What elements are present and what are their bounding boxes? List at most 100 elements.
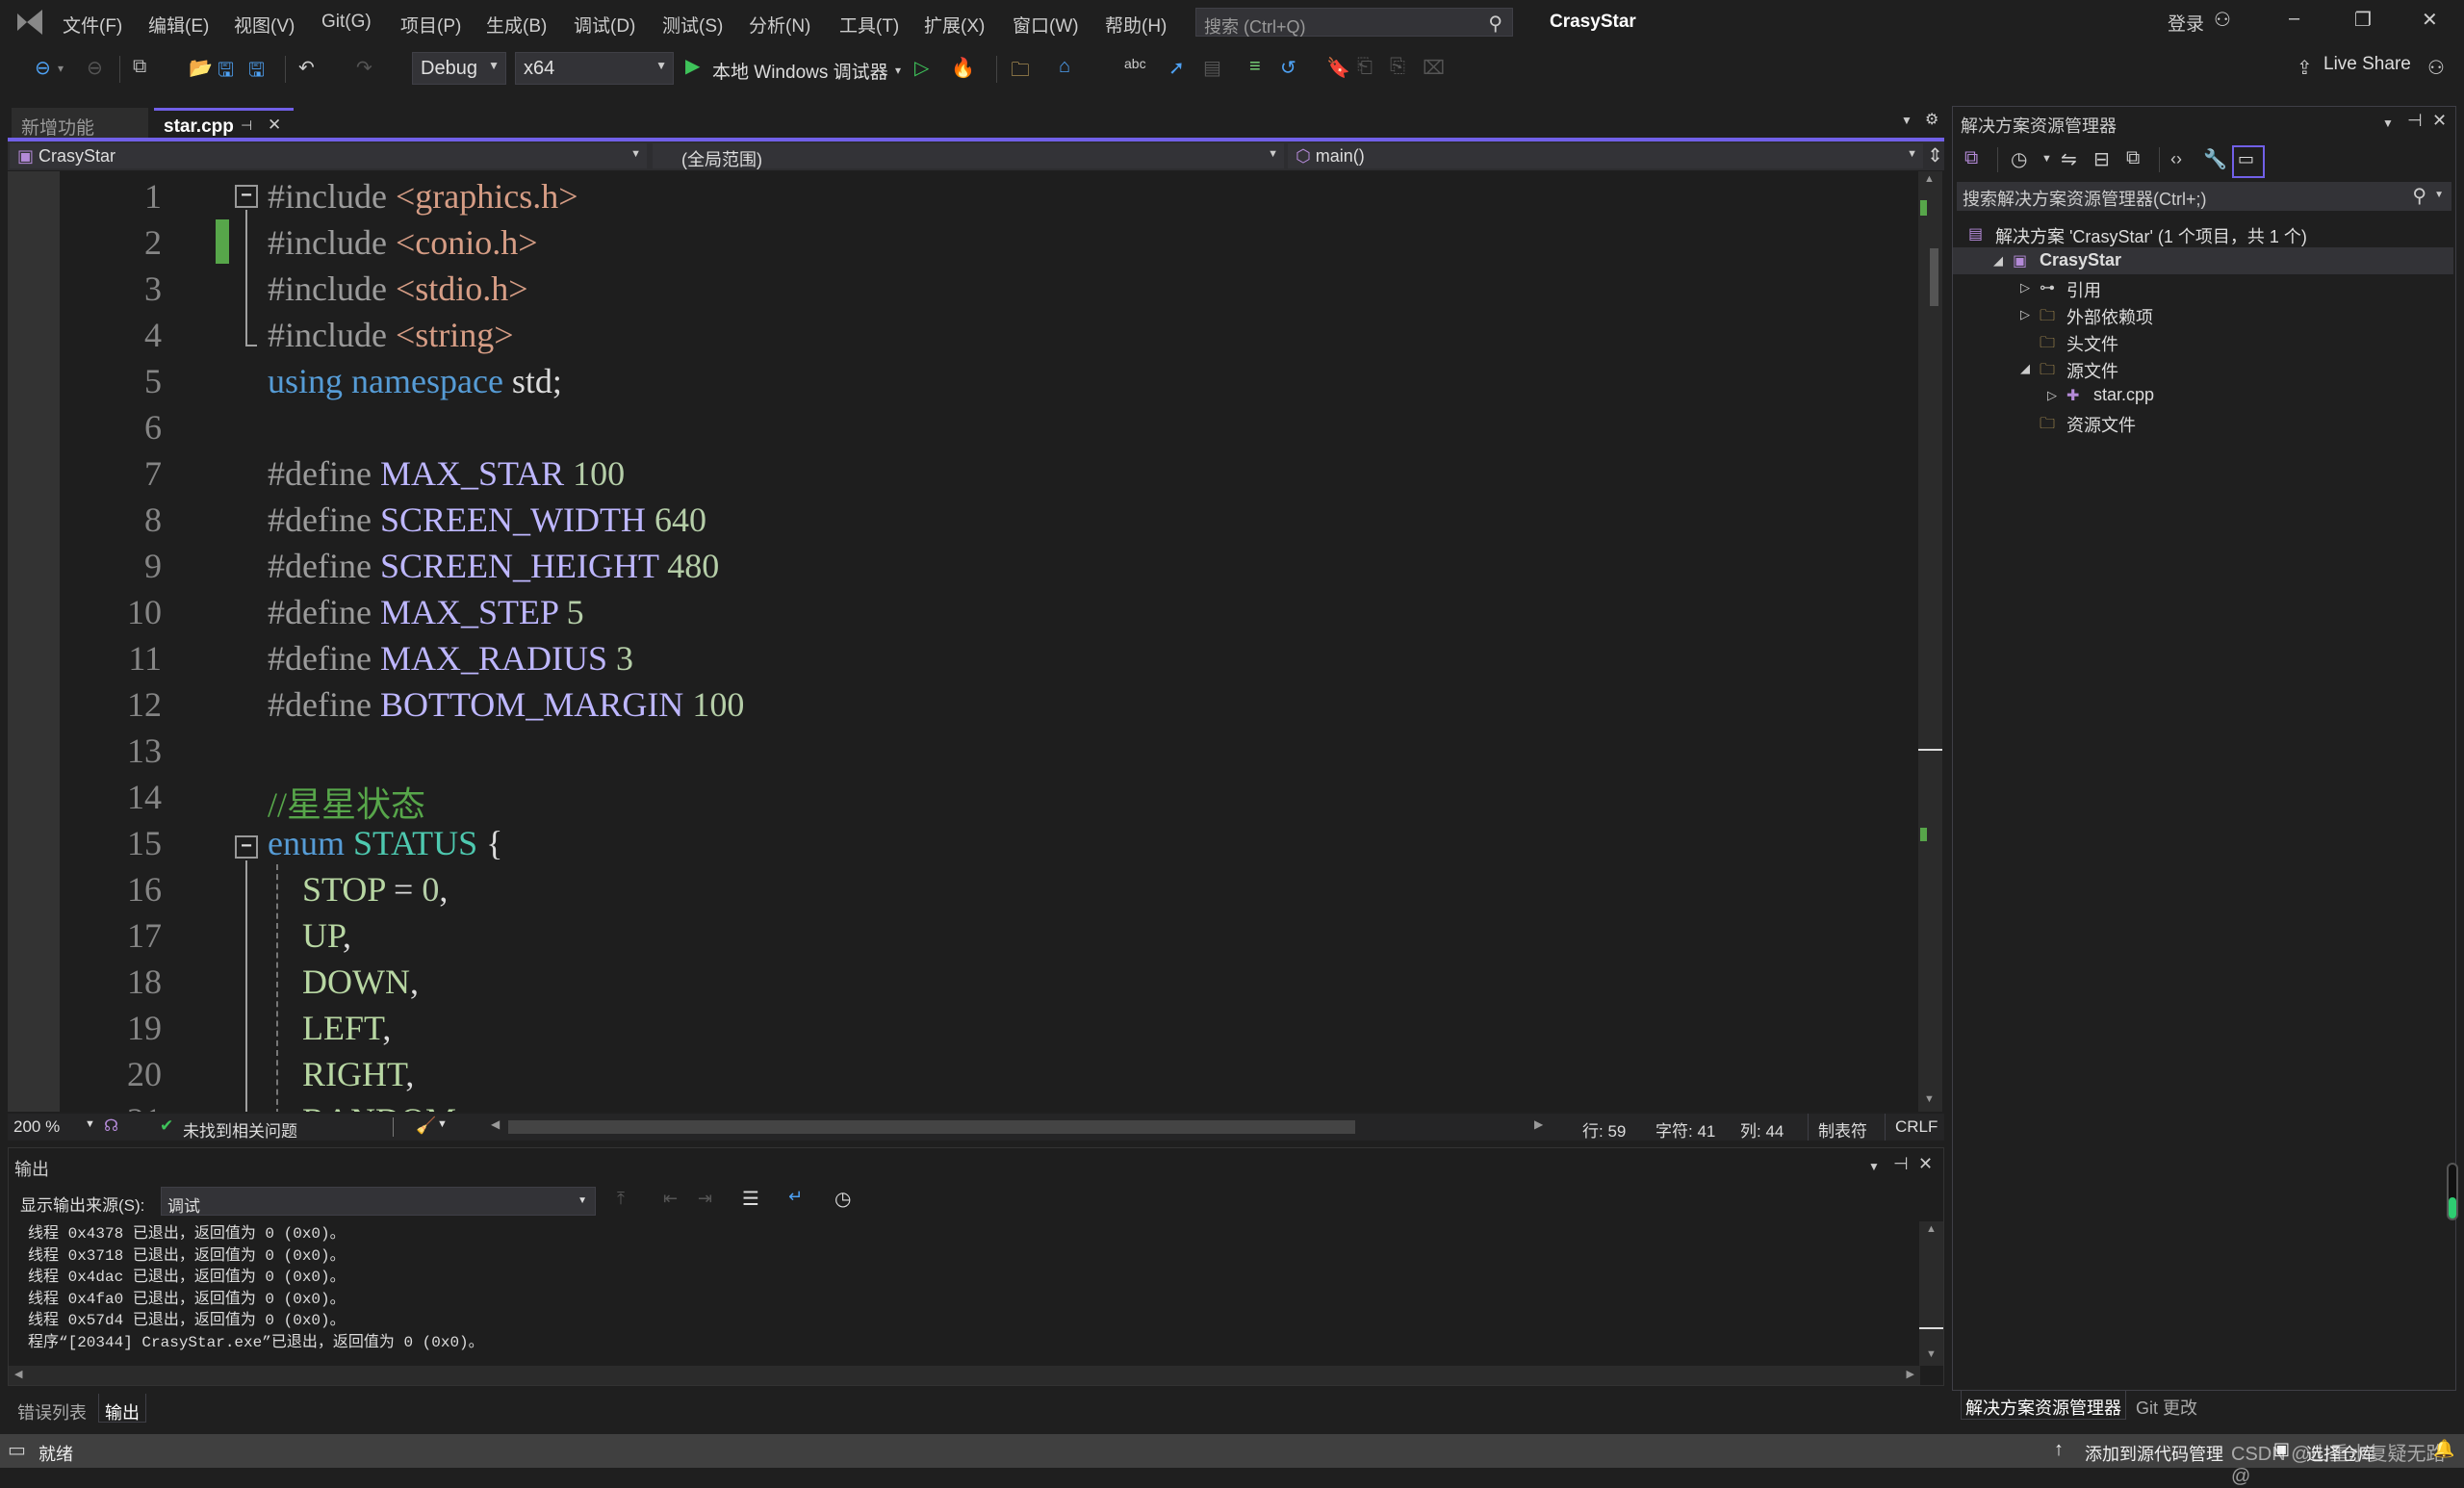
menu-git[interactable]: Git(G): [321, 12, 372, 33]
start-debugging-button[interactable]: 本地 Windows 调试器: [712, 58, 888, 84]
pin-icon[interactable]: ⊣: [2407, 111, 2423, 131]
menu-extensions[interactable]: 扩展(X): [924, 12, 985, 38]
scroll-right-icon[interactable]: ▶: [1907, 1368, 1914, 1380]
account-icon[interactable]: ⚇: [2214, 8, 2231, 32]
tree-item[interactable]: 🗀 资源文件: [1953, 409, 2453, 436]
code-line[interactable]: #define BOTTOM_MARGIN 100: [268, 684, 744, 725]
bookmark-icon[interactable]: 🔖: [1326, 56, 1350, 80]
code-line[interactable]: LEFT,: [268, 1008, 391, 1048]
code-line[interactable]: RIGHT,: [268, 1054, 414, 1094]
live-share-icon[interactable]: ⇪: [2297, 56, 2313, 80]
menu-analyze[interactable]: 分析(N): [749, 12, 810, 38]
tab-output[interactable]: 输出: [98, 1394, 146, 1423]
open-file-icon[interactable]: 📂: [189, 56, 213, 80]
code-line[interactable]: #define MAX_RADIUS 3: [268, 638, 633, 679]
collapse-toggle-icon[interactable]: −: [235, 835, 258, 859]
expanded-arrow-icon[interactable]: ◢: [2020, 361, 2030, 376]
zoom-level-select[interactable]: 200 %: [13, 1117, 60, 1137]
code-line[interactable]: enum STATUS {: [268, 823, 502, 863]
tab-solution-explorer[interactable]: 解决方案资源管理器: [1961, 1391, 2126, 1420]
intellicode-icon[interactable]: ☊: [104, 1116, 118, 1136]
clear-bookmarks-icon[interactable]: ⌧: [1423, 56, 1445, 80]
pin-icon[interactable]: ⊣: [1893, 1154, 1909, 1174]
new-project-icon[interactable]: ⧉: [133, 56, 146, 78]
minimize-button[interactable]: –: [2289, 8, 2299, 30]
code-editor[interactable]: 1 #include <graphics.h> 2 #include <conio.h…: [8, 171, 1918, 1112]
next-message-icon[interactable]: ⇥: [698, 1189, 712, 1209]
tab-star-cpp[interactable]: star.cpp ⊣ ✕: [154, 108, 294, 139]
menu-tools[interactable]: 工具(T): [839, 12, 899, 38]
code-line[interactable]: #define SCREEN_WIDTH 640: [268, 500, 706, 540]
line-number-status[interactable]: 行: 59: [1582, 1117, 1626, 1142]
menu-test[interactable]: 测试(S): [662, 12, 723, 38]
code-line[interactable]: #include <string>: [268, 315, 514, 355]
tab-list-dropdown-icon[interactable]: ▼: [1901, 114, 1912, 127]
collapsed-arrow-icon[interactable]: ▷: [2047, 388, 2057, 403]
chevron-down-icon[interactable]: ▼: [2041, 153, 2052, 165]
code-line[interactable]: #include <graphics.h>: [268, 176, 578, 217]
settings-gear-icon[interactable]: ⚙: [1925, 110, 1938, 129]
project-scope-select[interactable]: ▣ CrasyStar ▼: [10, 143, 647, 168]
type-scope-select[interactable]: (全局范围) ▼: [653, 143, 1284, 169]
tree-item[interactable]: ◢ ▣ CrasyStar: [1953, 247, 2453, 274]
scroll-left-icon[interactable]: ◀: [491, 1117, 500, 1131]
tree-item[interactable]: ▷ ✚ star.cpp: [1953, 382, 2453, 409]
live-share-button[interactable]: Live Share: [2323, 54, 2411, 75]
tree-item[interactable]: ▷ 🗀 外部依赖项: [1953, 301, 2453, 328]
save-icon[interactable]: 🖫: [218, 56, 234, 89]
panel-menu-icon[interactable]: ▼: [1868, 1160, 1880, 1173]
start-debugging-icon[interactable]: ▶: [685, 54, 700, 78]
menu-debug[interactable]: 调试(D): [574, 12, 635, 38]
issues-status[interactable]: 未找到相关问题: [183, 1117, 297, 1142]
find-in-files-icon[interactable]: 🗀: [1011, 56, 1030, 89]
char-number-status[interactable]: 字符: 41: [1656, 1117, 1715, 1142]
browser-link-icon[interactable]: ⌂: [1059, 56, 1070, 78]
menu-window[interactable]: 窗口(W): [1013, 12, 1079, 38]
menu-project[interactable]: 项目(P): [400, 12, 461, 38]
indentation-status[interactable]: 制表符: [1808, 1114, 1877, 1141]
close-panel-icon[interactable]: ✕: [1918, 1154, 1933, 1174]
menu-view[interactable]: 视图(V): [234, 12, 295, 38]
scroll-down-icon[interactable]: ▼: [1926, 1348, 1937, 1360]
horizontal-scrollbar-thumb[interactable]: [508, 1120, 1355, 1134]
restore-button[interactable]: ❐: [2354, 8, 2372, 32]
configuration-select[interactable]: Debug ▼: [412, 52, 506, 85]
scroll-down-icon[interactable]: ▼: [1924, 1093, 1935, 1105]
hot-reload-icon[interactable]: 🔥: [951, 56, 975, 80]
timestamp-clock-icon[interactable]: ◷: [834, 1187, 851, 1211]
platform-select[interactable]: x64 ▼: [515, 52, 674, 85]
expanded-arrow-icon[interactable]: ◢: [1993, 253, 2003, 269]
login-link[interactable]: 登录: [2168, 10, 2204, 36]
menu-help[interactable]: 帮助(H): [1105, 12, 1167, 38]
code-cleanup-icon[interactable]: 🧹: [416, 1116, 436, 1136]
code-line[interactable]: //星星状态: [268, 777, 425, 827]
add-to-source-control-button[interactable]: 添加到源代码管理: [2085, 1441, 2223, 1466]
close-panel-icon[interactable]: ✕: [2432, 111, 2447, 131]
prev-message-icon[interactable]: ⇤: [663, 1189, 678, 1209]
member-scope-select[interactable]: ⬡ main() ▼: [1288, 143, 1923, 168]
close-window-button[interactable]: ✕: [2422, 8, 2438, 32]
go-to-location-icon[interactable]: ⤒: [617, 1189, 625, 1209]
toggle-icon[interactable]: ▤: [1203, 56, 1221, 80]
start-without-debugging-icon[interactable]: ▷: [914, 56, 929, 80]
chevron-down-icon[interactable]: ▼: [85, 1118, 95, 1130]
menu-build[interactable]: 生成(B): [486, 12, 547, 38]
output-vertical-scrollbar[interactable]: ▲ ▼: [1919, 1221, 1943, 1366]
code-line[interactable]: using namespace std;: [268, 361, 562, 401]
code-line[interactable]: #include <conio.h>: [268, 222, 538, 263]
tree-item[interactable]: ▤ 解决方案 'CrasyStar' (1 个项目，共 1 个): [1953, 220, 2453, 247]
panel-menu-icon[interactable]: ▼: [2382, 116, 2394, 130]
editor-vertical-scrollbar[interactable]: ▲ ▼: [1918, 171, 1942, 1112]
collapsed-arrow-icon[interactable]: ▷: [2020, 280, 2030, 295]
close-tab-icon[interactable]: ✕: [268, 115, 281, 135]
tab-whats-new[interactable]: 新增功能: [12, 108, 148, 139]
tree-item[interactable]: 🗀 头文件: [1953, 328, 2453, 355]
feedback-icon[interactable]: ⚇: [2427, 56, 2445, 80]
collapse-all-icon[interactable]: ⊟: [2093, 147, 2110, 171]
scroll-thumb[interactable]: [1919, 1327, 1943, 1329]
pin-icon[interactable]: ⊣: [241, 117, 252, 134]
format-icon[interactable]: ↺: [1280, 56, 1296, 80]
preview-selected-items-button[interactable]: ▭: [2232, 145, 2265, 178]
back-icon[interactable]: ⊖: [35, 56, 51, 80]
split-window-icon[interactable]: ⇕: [1927, 143, 1943, 167]
